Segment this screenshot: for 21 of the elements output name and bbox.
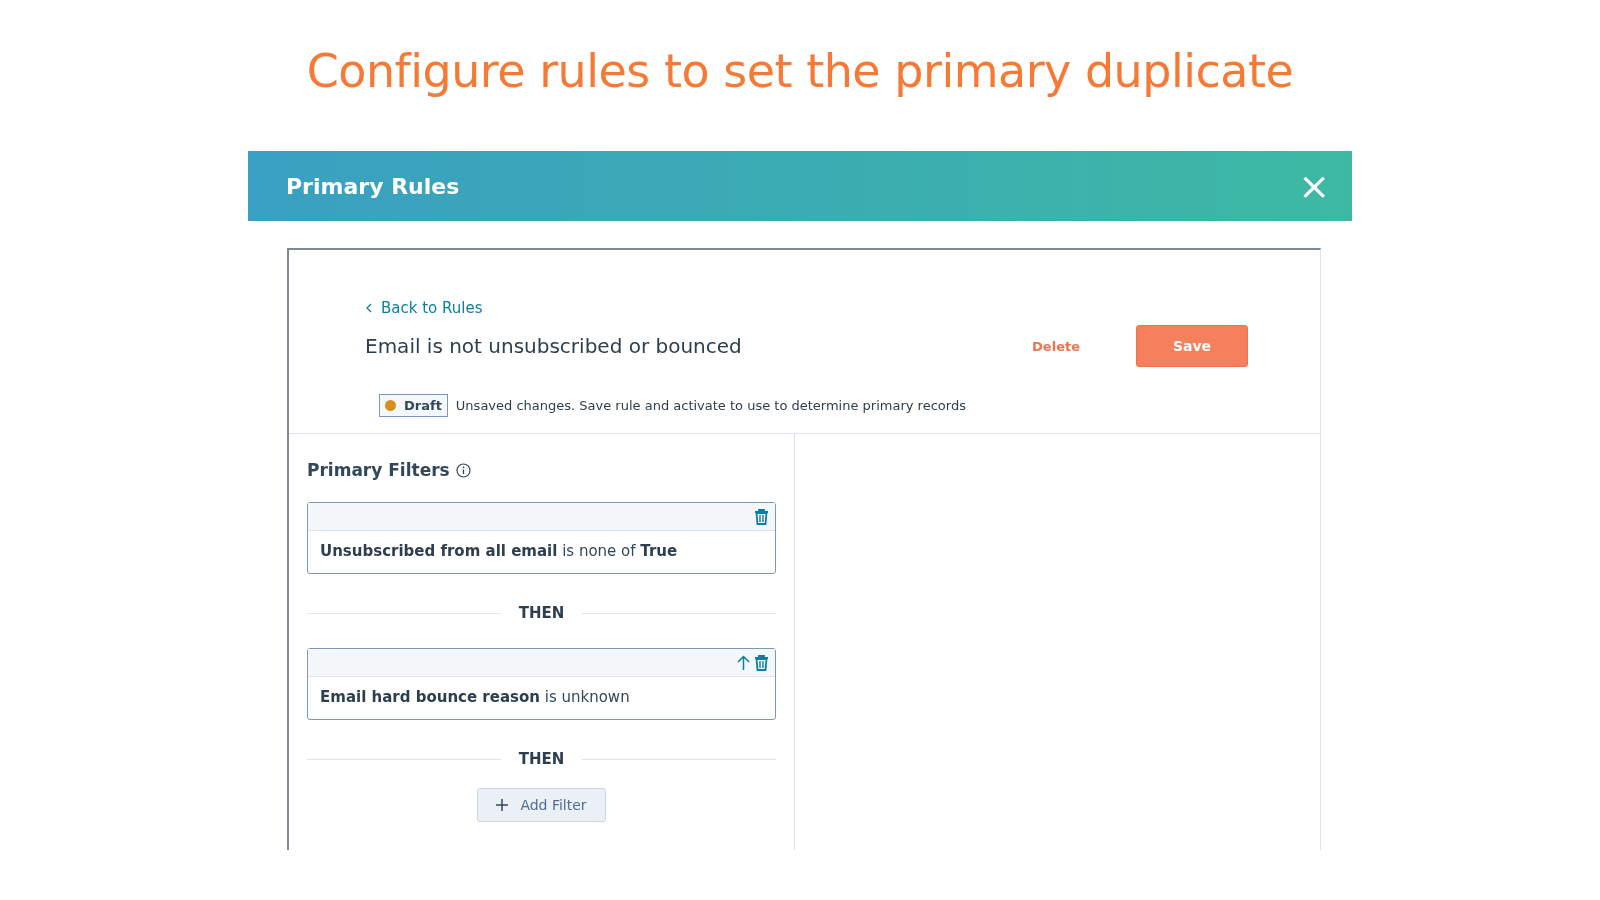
window-title: Primary Rules xyxy=(286,173,460,199)
plus-icon xyxy=(496,799,509,811)
filter-condition: Email hard bounce reason is unknown xyxy=(319,687,631,708)
then-label: THEN xyxy=(518,604,565,622)
add-filter-button[interactable]: Add Filter xyxy=(477,788,606,822)
trash-icon[interactable] xyxy=(754,654,769,671)
close-button[interactable]: × xyxy=(1298,167,1330,205)
back-link[interactable]: Back to Rules xyxy=(365,299,483,317)
then-label: THEN xyxy=(518,750,565,768)
status-message: Unsaved changes. Save rule and activate to use to determine primary records xyxy=(455,398,966,413)
rule-name: Email is not unsubscribed or bounced xyxy=(365,334,743,358)
chevron-left-icon xyxy=(365,303,373,313)
save-button[interactable]: Save xyxy=(1136,325,1248,367)
status-badge: Draft xyxy=(379,394,448,417)
filter-condition: Unsubscribed from all email is none of True xyxy=(319,541,679,562)
arrow-up-icon[interactable] xyxy=(736,654,751,671)
info-icon[interactable] xyxy=(455,462,471,478)
slide-title: Configure rules to set the primary duplicate xyxy=(305,43,1295,100)
section-title: Primary Filters xyxy=(307,460,450,480)
delete-button[interactable]: Delete xyxy=(1028,334,1084,358)
trash-icon[interactable] xyxy=(754,508,769,525)
